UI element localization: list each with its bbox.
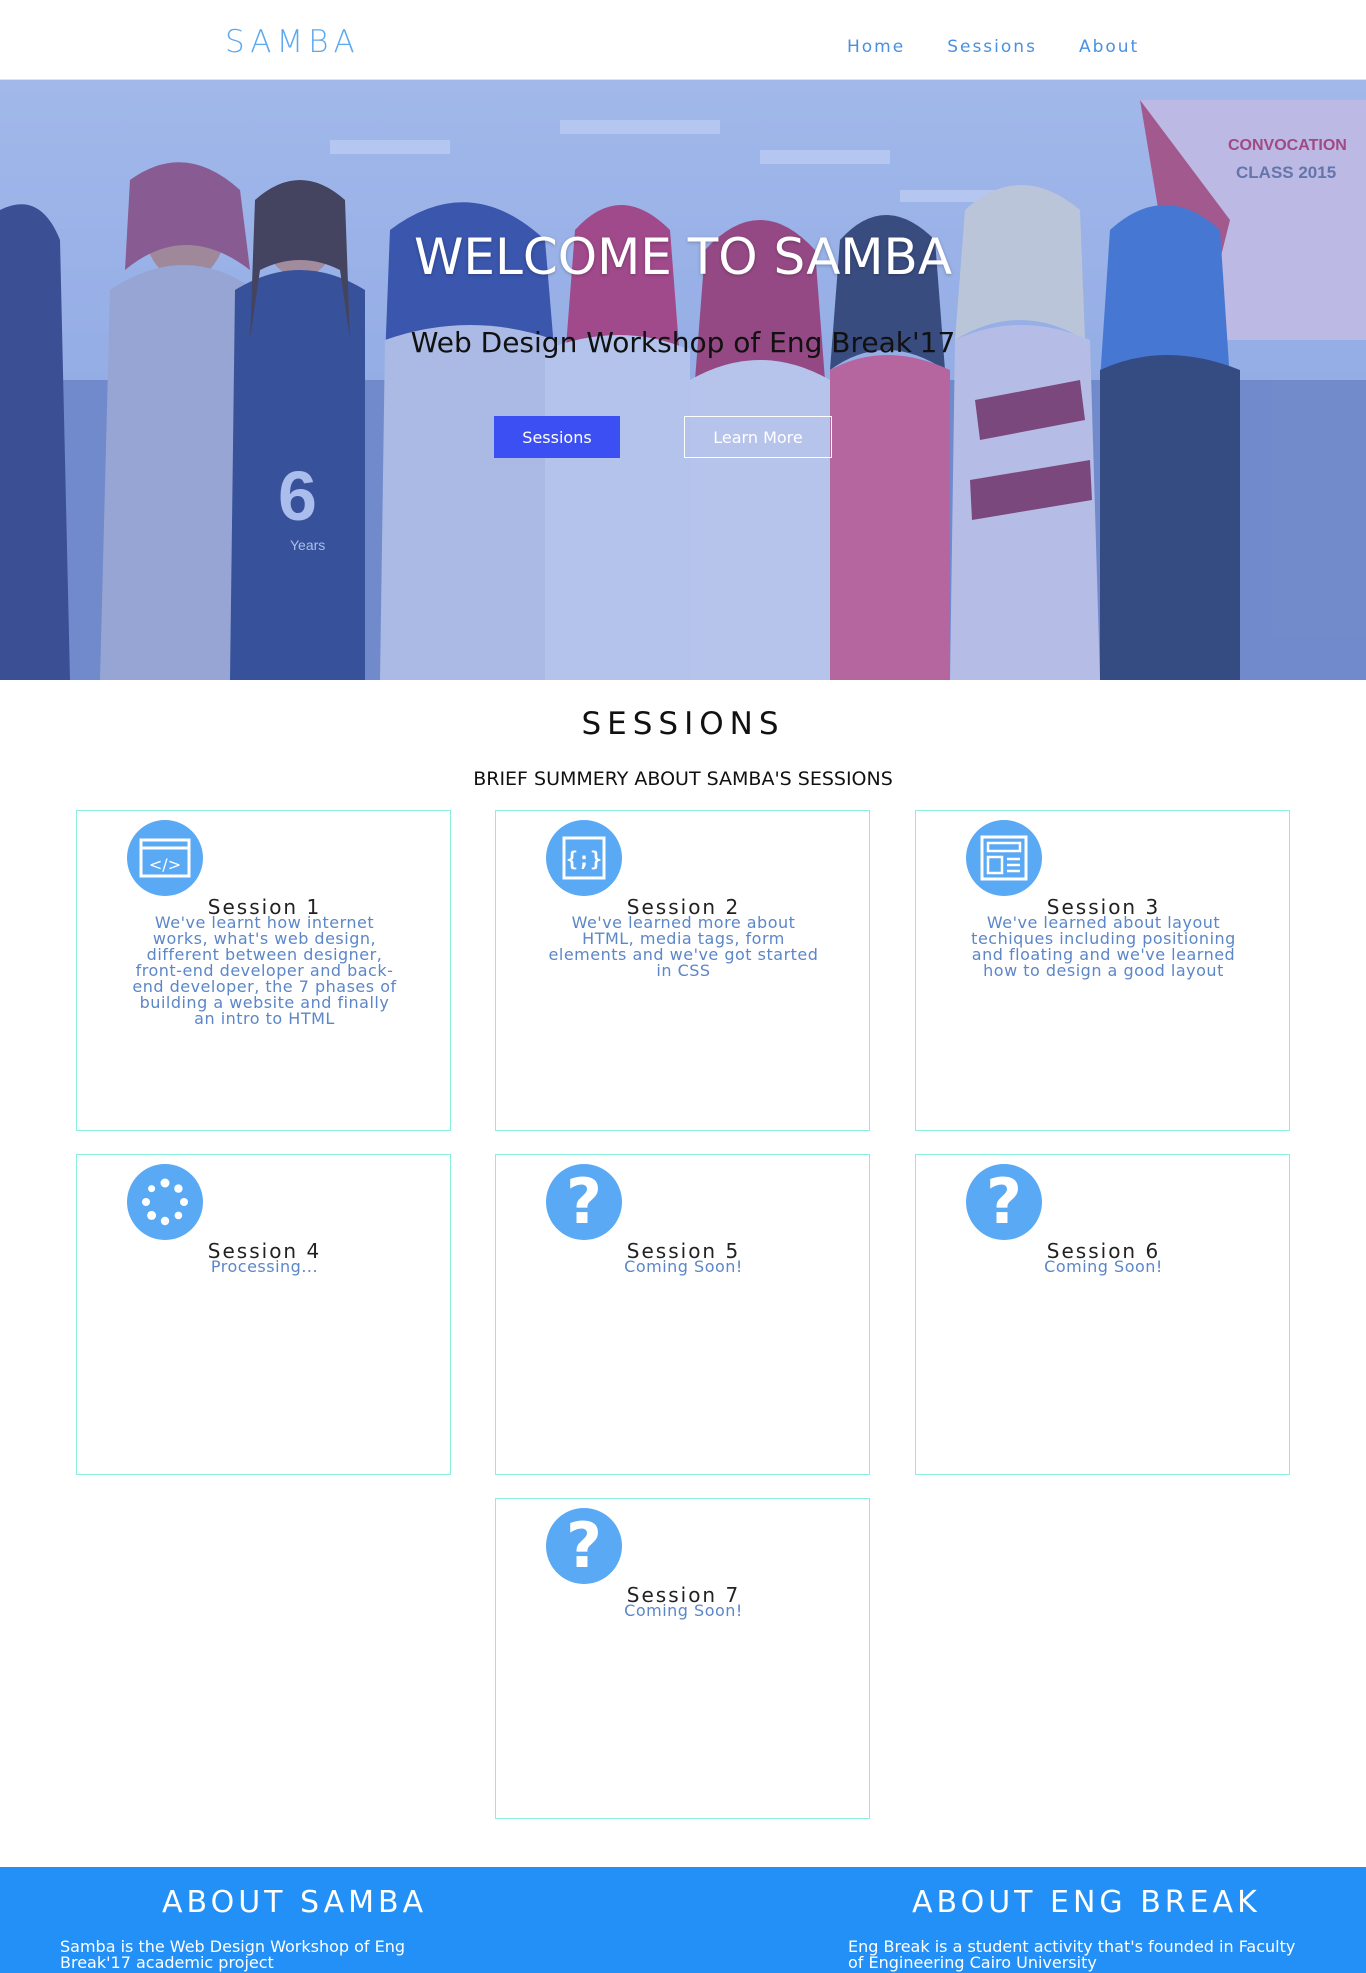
about-eng-break-text: Eng Break is a student activity that's f… (848, 1937, 1296, 1972)
spinner-icon (127, 1164, 203, 1240)
nav-links: Home Sessions About (847, 37, 1181, 57)
session-description: We've learned more about HTML, media tag… (548, 913, 819, 980)
session-card[interactable]: </> Session 1 We've learnt how internet … (76, 810, 451, 1131)
sessions-subheading: BRIEF SUMMERY ABOUT SAMBA'S SESSIONS (473, 768, 893, 790)
session-description: Coming Soon! (624, 1257, 743, 1276)
session-card[interactable]: {;} Session 2 We've learned more about H… (495, 810, 870, 1131)
nav-home-link[interactable]: Home (847, 37, 905, 57)
session-card[interactable]: Session 4 Processing... (76, 1154, 451, 1475)
sessions-heading: SESSIONS (581, 706, 785, 742)
brand-logo[interactable]: SAMBA (225, 24, 360, 60)
svg-text:</>: </> (149, 855, 181, 874)
session-card[interactable]: ? Session 5 Coming Soon! (495, 1154, 870, 1475)
hero-title: WELCOME TO SAMBA (413, 228, 953, 286)
about-samba-heading: ABOUT SAMBA (162, 1885, 428, 1920)
braces-icon: {;} (546, 820, 622, 896)
session-description: Coming Soon! (1044, 1257, 1163, 1276)
code-window-icon: </> (127, 820, 203, 896)
svg-text:{;}: {;} (566, 847, 602, 871)
footer: ABOUT SAMBA Samba is the Web Design Work… (0, 1867, 1366, 1973)
nav-about-link[interactable]: About (1079, 37, 1139, 57)
layout-icon (966, 820, 1042, 896)
hero-section: CONVOCATION CLASS 2015 6 Years WELCOME T… (0, 80, 1366, 680)
session-description: Coming Soon! (624, 1601, 743, 1620)
about-eng-break-heading: ABOUT ENG BREAK (912, 1885, 1261, 1920)
about-samba-text: Samba is the Web Design Workshop of Eng … (60, 1937, 406, 1972)
learn-more-button[interactable]: Learn More (684, 416, 832, 458)
session-card[interactable]: Session 3 We've learned about layout tec… (915, 810, 1290, 1131)
session-description: We've learnt how internet works, what's … (132, 913, 397, 1028)
hero-subtitle: Web Design Workshop of Eng Break'17 (410, 326, 956, 359)
question-icon: ? (546, 1508, 622, 1584)
hero-overlay (0, 80, 1366, 680)
top-navbar: SAMBA Home Sessions About (0, 0, 1366, 80)
nav-sessions-link[interactable]: Sessions (947, 37, 1037, 57)
session-description: We've learned about layout techiques inc… (971, 913, 1236, 980)
sessions-button[interactable]: Sessions (494, 416, 620, 458)
session-card[interactable]: ? Session 7 Coming Soon! (495, 1498, 870, 1819)
question-icon: ? (966, 1164, 1042, 1240)
session-card[interactable]: ? Session 6 Coming Soon! (915, 1154, 1290, 1475)
question-icon: ? (546, 1164, 622, 1240)
session-description: Processing... (210, 1257, 319, 1276)
